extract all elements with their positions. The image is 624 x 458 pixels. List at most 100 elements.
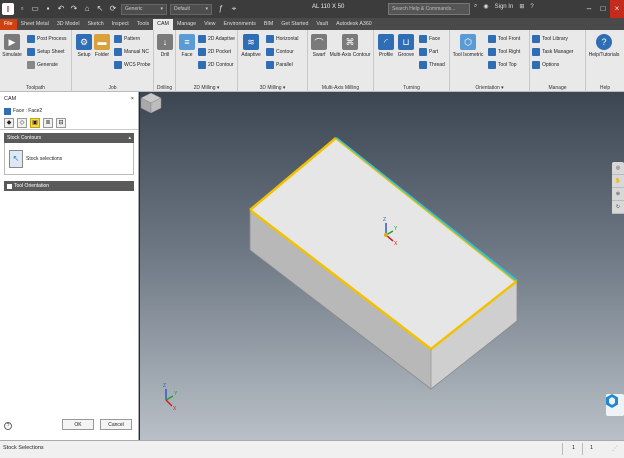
contour-icon bbox=[266, 48, 274, 56]
close-icon[interactable]: × bbox=[131, 96, 134, 102]
material-dropdown[interactable]: Generic ▾ bbox=[121, 3, 167, 15]
help-icon[interactable]: ? bbox=[4, 422, 12, 430]
collapse-icon[interactable]: ▴ bbox=[128, 135, 131, 141]
post-process-button[interactable]: Post Process bbox=[27, 34, 66, 44]
select-icon[interactable]: ↖ bbox=[95, 4, 105, 14]
folder-button[interactable]: ▬ Folder bbox=[92, 34, 112, 58]
wcs-probe-button[interactable]: WCS Probe bbox=[114, 60, 150, 70]
task-manager-button[interactable]: Task Manager bbox=[532, 47, 573, 57]
setup-sheet-button[interactable]: Setup Sheet bbox=[27, 47, 65, 57]
face-button[interactable]: ≡ Face bbox=[177, 34, 197, 58]
help-panel: ? Help/Tutorials Help bbox=[586, 30, 624, 92]
tab-file[interactable]: File bbox=[0, 19, 17, 30]
tab-inspect[interactable]: Inspect bbox=[108, 19, 133, 30]
tab-sheet-metal[interactable]: Sheet Metal bbox=[17, 19, 53, 30]
tool-orientation-checkbox[interactable]: Tool Orientation bbox=[7, 183, 49, 189]
tool-tab-icon[interactable]: ◆ bbox=[4, 117, 14, 128]
tab-cam[interactable]: CAM bbox=[153, 19, 173, 30]
tab-3d-model[interactable]: 3D Model bbox=[53, 19, 84, 30]
close-icon[interactable]: × bbox=[610, 0, 624, 18]
tab-autodesk-a360[interactable]: Autodesk A360 bbox=[332, 19, 376, 30]
tab-sketch[interactable]: Sketch bbox=[84, 19, 108, 30]
pattern-button[interactable]: Pattern bbox=[114, 34, 140, 44]
undo-icon[interactable]: ↶ bbox=[56, 4, 66, 14]
drilling-panel: ↓ Drill Drilling bbox=[154, 30, 176, 92]
manual-nc-button[interactable]: Manual NC bbox=[114, 47, 149, 57]
search-input[interactable]: Search Help & Commands... bbox=[388, 3, 470, 15]
multi-axis-contour-button[interactable]: ⌘ Multi-Axis Contour bbox=[330, 34, 370, 58]
user-icon[interactable]: ◉ bbox=[483, 3, 488, 10]
pan-icon[interactable]: ✋ bbox=[612, 175, 624, 188]
fx-icon[interactable]: ƒ bbox=[216, 4, 226, 14]
stock-selection-button[interactable]: ↖ bbox=[9, 149, 23, 168]
geometry-tab-icon[interactable]: ◇ bbox=[17, 117, 27, 128]
2d-milling-panel-title[interactable]: 2D Milling ▾ bbox=[176, 85, 237, 91]
tab-manage[interactable]: Manage bbox=[173, 19, 200, 30]
options-button[interactable]: Options bbox=[532, 60, 559, 70]
checkbox-icon bbox=[7, 183, 12, 189]
tool-front-button[interactable]: Tool Front bbox=[488, 34, 520, 44]
3d-milling-panel-title[interactable]: 3D Milling ▾ bbox=[238, 85, 307, 91]
resize-grip-icon[interactable]: ⋰ bbox=[612, 445, 618, 452]
measure-icon[interactable]: ⌖ bbox=[229, 4, 239, 14]
graphics-viewport[interactable]: Z Y X Z Y X ◎ ✋ ⊕ ↻ bbox=[140, 92, 624, 440]
generate-button[interactable]: Generate bbox=[27, 60, 58, 70]
simulate-button[interactable]: ▶ Simulate bbox=[2, 34, 22, 58]
tool-right-button[interactable]: Tool Right bbox=[488, 47, 520, 57]
groove-button[interactable]: ⊔ Groove bbox=[396, 34, 416, 58]
help-tutorials-button[interactable]: ? Help/Tutorials bbox=[589, 34, 619, 58]
steering-wheel-icon[interactable]: ◎ bbox=[612, 162, 624, 175]
tool-orientation-group-header[interactable]: Tool Orientation bbox=[4, 181, 134, 191]
tab-environments[interactable]: Environments bbox=[219, 19, 259, 30]
minimize-icon[interactable]: – bbox=[582, 0, 596, 18]
tool-isometric-button[interactable]: ⬡ Tool Isometric bbox=[453, 34, 483, 58]
swarf-button[interactable]: ⌒ Swarf bbox=[309, 34, 329, 58]
orientation-panel-title[interactable]: Orientation ▾ bbox=[450, 85, 529, 91]
contour-button[interactable]: Contour bbox=[266, 47, 294, 57]
redo-icon[interactable]: ↷ bbox=[69, 4, 79, 14]
cart-icon[interactable]: ⊞ bbox=[519, 3, 524, 10]
parallel-button[interactable]: Parallel bbox=[266, 60, 293, 70]
binoculars-icon[interactable]: ⌕ bbox=[474, 3, 477, 10]
part-button[interactable]: Part bbox=[419, 47, 438, 57]
tool-library-button[interactable]: Tool Library bbox=[532, 34, 568, 44]
help-icon[interactable]: ? bbox=[530, 4, 533, 10]
thread-button[interactable]: Thread bbox=[419, 60, 445, 70]
2d-pocket-button[interactable]: 2D Pocket bbox=[198, 47, 231, 57]
orbit-icon[interactable]: ↻ bbox=[612, 201, 624, 214]
drill-button[interactable]: ↓ Drill bbox=[155, 34, 175, 58]
tab-get-started[interactable]: Get Started bbox=[277, 19, 312, 30]
adaptive-button[interactable]: ≋ Adaptive bbox=[241, 34, 261, 58]
2d-contour-button[interactable]: 2D Contour bbox=[198, 60, 234, 70]
sign-in-link[interactable]: Sign In bbox=[495, 4, 514, 10]
tool-top-button[interactable]: Tool Top bbox=[488, 60, 517, 70]
drilling-panel-title: Drilling bbox=[156, 85, 173, 91]
setup-button[interactable]: ⚙ Setup bbox=[74, 34, 94, 58]
ok-button[interactable]: OK bbox=[62, 419, 94, 430]
appearance-dropdown[interactable]: Default ▾ bbox=[170, 3, 212, 15]
heights-tab-icon[interactable]: ▣ bbox=[30, 117, 40, 128]
horizontal-button[interactable]: Horizontal bbox=[266, 34, 299, 44]
passes-tab-icon[interactable]: ≣ bbox=[43, 117, 53, 128]
turning-face-button[interactable]: Face bbox=[419, 34, 440, 44]
tab-tools[interactable]: Tools bbox=[133, 19, 153, 30]
viewcube-icon[interactable] bbox=[140, 92, 162, 114]
linking-tab-icon[interactable]: ⊟ bbox=[56, 117, 66, 128]
open-file-icon[interactable]: ▭ bbox=[30, 4, 40, 14]
profile-button[interactable]: ◜ Profile bbox=[376, 34, 396, 58]
tab-vault[interactable]: Vault bbox=[312, 19, 332, 30]
new-file-icon[interactable]: ▫ bbox=[17, 4, 27, 14]
stock-contours-group-header[interactable]: Stock Contours ▴ bbox=[4, 133, 134, 143]
face-selection-item[interactable]: Face : Face2 bbox=[0, 106, 138, 116]
home-icon[interactable]: ⌂ bbox=[82, 4, 92, 14]
zoom-icon[interactable]: ⊕ bbox=[612, 188, 624, 201]
save-icon[interactable]: ▪ bbox=[43, 4, 53, 14]
cancel-button[interactable]: Cancel bbox=[100, 419, 132, 430]
app-logo-icon[interactable]: I bbox=[2, 3, 14, 15]
tab-view[interactable]: View bbox=[200, 19, 219, 30]
tab-bim[interactable]: BIM bbox=[260, 19, 277, 30]
maximize-icon[interactable]: □ bbox=[596, 0, 610, 18]
update-icon[interactable]: ⟳ bbox=[108, 4, 118, 14]
a360-logo-icon[interactable] bbox=[606, 394, 624, 416]
2d-adaptive-button[interactable]: 2D Adaptive bbox=[198, 34, 235, 44]
